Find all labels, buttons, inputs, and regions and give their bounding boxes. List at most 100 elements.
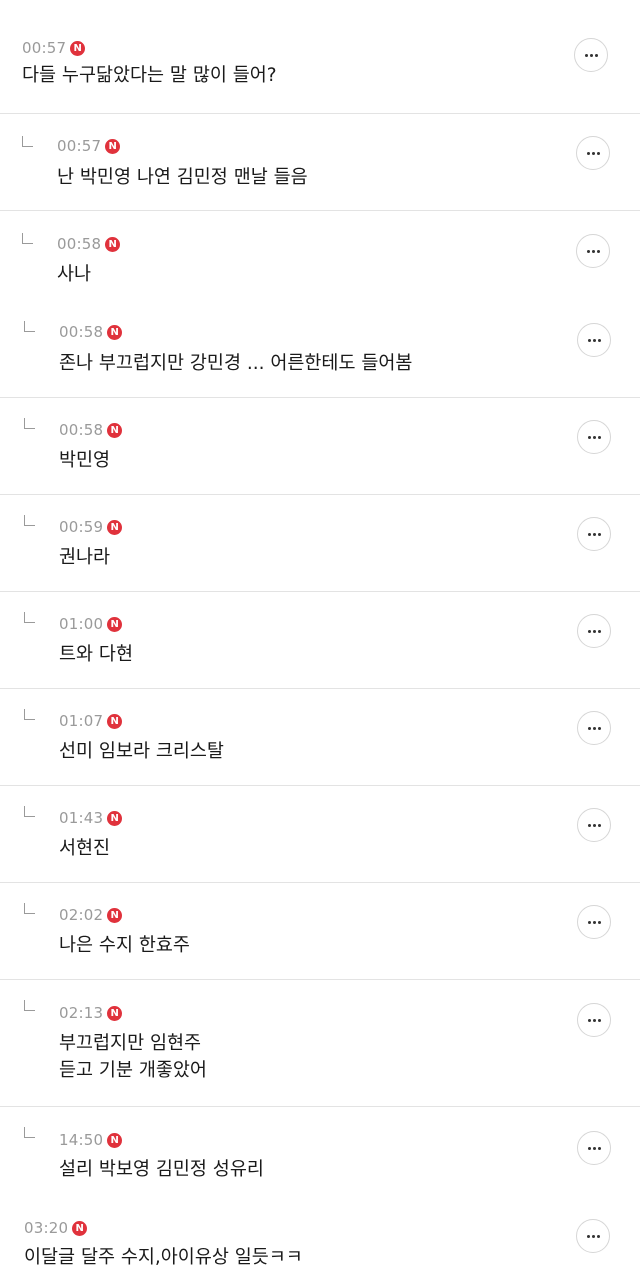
comment-item: 03:20 N 이달글 달주 수지,아이유상 일듯ㅋㅋ [0, 1205, 640, 1280]
comment-text: 다들 누구닮았다는 말 많이 들어? [22, 65, 277, 86]
new-badge-icon: N [107, 519, 123, 535]
comment-meta: 01:43 N [59, 808, 123, 828]
comment-text: 선미 임보라 크리스탈 [59, 741, 224, 762]
new-badge-icon: N [70, 40, 86, 56]
more-options-button[interactable] [577, 614, 611, 648]
reply-arrow-icon [24, 903, 35, 914]
reply-item: 00:59 N 권나라 [0, 495, 640, 592]
new-badge-icon: N [107, 1005, 123, 1021]
reply-item: 01:07 N 선미 임보라 크리스탈 [0, 689, 640, 786]
reply-arrow-icon [24, 806, 35, 817]
reply-arrow-icon [22, 233, 33, 244]
comment-text: 부끄럽지만 임현주 듣고 기분 개좋았어 [59, 1033, 207, 1081]
comment-text: 박민영 [59, 450, 111, 471]
comment-time: 00:59 [59, 518, 104, 536]
reply-item: 00:58 N 존나 부끄럽지만 강민경 ... 어른한테도 들어봄 [0, 301, 640, 398]
comment-time: 01:07 [59, 712, 104, 730]
reply-item: 00:57 N 난 박민영 나연 김민정 맨날 들음 [0, 114, 640, 211]
more-options-button[interactable] [577, 517, 611, 551]
new-badge-icon: N [105, 236, 121, 252]
comment-time: 01:43 [59, 809, 104, 827]
more-options-button[interactable] [577, 323, 611, 357]
reply-arrow-icon [24, 1000, 35, 1011]
more-options-button[interactable] [577, 808, 611, 842]
reply-arrow-icon [24, 709, 35, 720]
more-options-button[interactable] [577, 420, 611, 454]
comment-time: 00:58 [59, 421, 104, 439]
ellipsis-icon [587, 338, 601, 342]
comment-time: 02:13 [59, 1004, 104, 1022]
comment-text: 난 박민영 나연 김민정 맨날 들음 [57, 167, 308, 188]
new-badge-icon: N [72, 1220, 88, 1236]
ellipsis-icon [586, 249, 600, 253]
comment-meta: 00:58 N [57, 234, 121, 254]
reply-arrow-icon [22, 136, 33, 147]
ellipsis-icon [586, 1234, 600, 1238]
more-options-button[interactable] [577, 1003, 611, 1037]
more-options-button[interactable] [577, 711, 611, 745]
reply-item: 00:58 N 사나 [0, 211, 640, 301]
new-badge-icon: N [107, 907, 123, 923]
new-badge-icon: N [107, 422, 123, 438]
comment-time: 00:57 [57, 137, 102, 155]
more-options-button[interactable] [576, 1219, 610, 1253]
reply-item: 00:58 N 박민영 [0, 398, 640, 495]
reply-item: 02:13 N 부끄럽지만 임현주 듣고 기분 개좋았어 [0, 980, 640, 1107]
more-options-button[interactable] [576, 234, 610, 268]
reply-arrow-icon [24, 418, 35, 429]
comment-text: 존나 부끄럽지만 강민경 ... 어른한테도 들어봄 [59, 353, 413, 374]
comment-meta: 02:13 N [59, 1003, 123, 1023]
reply-arrow-icon [24, 321, 35, 332]
reply-arrow-icon [24, 612, 35, 623]
ellipsis-icon [587, 920, 601, 924]
comment-text: 서현진 [59, 838, 111, 859]
new-badge-icon: N [105, 138, 121, 154]
comment-meta: 01:00 N [59, 614, 123, 634]
comment-text: 권나라 [59, 547, 111, 568]
comment-text: 트와 다현 [59, 644, 133, 665]
comment-meta: 03:20 N [24, 1218, 88, 1238]
more-options-button[interactable] [574, 38, 608, 72]
new-badge-icon: N [107, 713, 123, 729]
more-options-button[interactable] [576, 136, 610, 170]
reply-item: 02:02 N 나은 수지 한효주 [0, 883, 640, 980]
new-badge-icon: N [107, 810, 123, 826]
new-badge-icon: N [107, 324, 123, 340]
comment-text: 이달글 달주 수지,아이유상 일듯ㅋㅋ [24, 1247, 303, 1268]
comment-text: 나은 수지 한효주 [59, 935, 190, 956]
comment-meta: 00:57 N [57, 136, 121, 156]
reply-arrow-icon [24, 1127, 35, 1138]
ellipsis-icon [587, 823, 601, 827]
comment-time: 00:58 [57, 235, 102, 253]
comment-meta: 00:57 N [22, 38, 86, 58]
comment-meta: 00:58 N [59, 322, 123, 342]
ellipsis-icon [587, 629, 601, 633]
comment-meta: 14:50 N [59, 1130, 123, 1150]
ellipsis-icon [586, 151, 600, 155]
comment-meta: 00:59 N [59, 517, 123, 537]
new-badge-icon: N [107, 1132, 123, 1148]
comment-text: 사나 [57, 264, 92, 285]
comment-text: 설리 박보영 김민정 성유리 [59, 1159, 264, 1180]
comment-time: 00:58 [59, 323, 104, 341]
reply-item: 14:50 N 설리 박보영 김민정 성유리 [0, 1107, 640, 1205]
ellipsis-icon [587, 435, 601, 439]
reply-item: 01:43 N 서현진 [0, 786, 640, 883]
more-options-button[interactable] [577, 905, 611, 939]
comment-time: 14:50 [59, 1131, 104, 1149]
more-options-button[interactable] [577, 1131, 611, 1165]
comment-meta: 01:07 N [59, 711, 123, 731]
comment-item: 00:57 N 다들 누구닮았다는 말 많이 들어? [0, 0, 640, 114]
ellipsis-icon [587, 1018, 601, 1022]
ellipsis-icon [587, 532, 601, 536]
comment-time: 02:02 [59, 906, 104, 924]
ellipsis-icon [587, 1146, 601, 1150]
new-badge-icon: N [107, 616, 123, 632]
comment-time: 03:20 [24, 1219, 69, 1237]
comment-time: 00:57 [22, 39, 67, 57]
ellipsis-icon [584, 53, 598, 57]
reply-item: 01:00 N 트와 다현 [0, 592, 640, 689]
comment-meta: 00:58 N [59, 420, 123, 440]
comment-time: 01:00 [59, 615, 104, 633]
comment-meta: 02:02 N [59, 905, 123, 925]
